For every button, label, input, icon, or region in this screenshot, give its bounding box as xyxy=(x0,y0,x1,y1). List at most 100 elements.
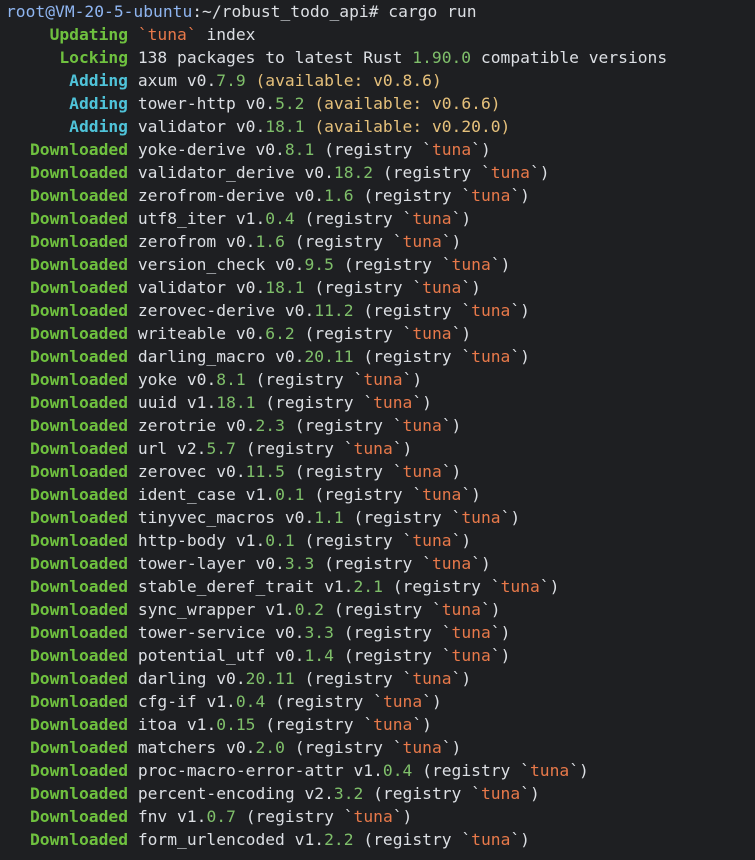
status-label: Downloaded xyxy=(29,761,128,780)
crate-version-prefix: v0. xyxy=(284,301,315,320)
crate-version-prefix: v0. xyxy=(275,646,305,665)
crate-name: zerofrom-derive xyxy=(137,186,285,205)
crate-name: stable_deref_trait xyxy=(137,577,315,596)
crate-version-prefix: v0. xyxy=(245,94,276,113)
crate-name: proc-macro-error-attr xyxy=(137,761,344,780)
crate-name: potential_utf xyxy=(137,646,266,665)
status-label: Downloaded xyxy=(29,416,128,435)
registry-close: `) xyxy=(441,462,462,481)
downloaded-line: Downloaded sync_wrapper v1.0.2 (registry… xyxy=(0,598,755,621)
registry-close: `) xyxy=(441,232,462,251)
downloaded-line: Downloaded form_urlencoded v1.2.2 (regis… xyxy=(0,828,755,851)
downloaded-line: Downloaded zerotrie v0.2.3 (registry `tu… xyxy=(0,414,755,437)
prompt-command: cargo run xyxy=(388,2,477,21)
crate-version-prefix: v1. xyxy=(235,531,266,550)
crate-version: 18.2 xyxy=(333,163,374,182)
registry-close: `) xyxy=(471,140,491,159)
rust-version: 1.90.0 xyxy=(412,48,472,67)
status-label: Locking xyxy=(59,48,128,67)
terminal-output[interactable]: root@VM-20-5-ubuntu:~/robust_todo_api# c… xyxy=(0,0,755,851)
crate-version: 1.4 xyxy=(304,646,334,665)
crate-version: 1.6 xyxy=(324,186,354,205)
registry-close: `) xyxy=(461,485,481,504)
crate-version: 18.1 xyxy=(216,393,256,412)
crate-name: uuid xyxy=(137,393,178,412)
crate-name: zerovec xyxy=(137,462,207,481)
status-label: Adding xyxy=(69,117,128,136)
crate-name: percent-encoding xyxy=(137,784,295,803)
registry-close: `) xyxy=(569,761,589,780)
status-label: Downloaded xyxy=(29,232,128,251)
crate-version-prefix: v0. xyxy=(186,370,217,389)
registry-open: (registry ` xyxy=(314,278,423,297)
downloaded-line: Downloaded cfg-if v1.0.4 (registry `tuna… xyxy=(0,690,755,713)
crate-version: 5.2 xyxy=(275,94,305,113)
crate-version-prefix: v1. xyxy=(186,715,217,734)
crate-version-prefix: v1. xyxy=(294,830,325,849)
prompt-path: :~/robust_todo_api# xyxy=(192,2,389,21)
status-label: Downloaded xyxy=(29,738,128,757)
registry-name: tuna xyxy=(500,577,540,596)
downloaded-line: Downloaded tower-layer v0.3.3 (registry … xyxy=(0,552,755,575)
status-label: Downloaded xyxy=(29,669,128,688)
registry-open: (registry ` xyxy=(382,163,491,182)
registry-open: (registry ` xyxy=(324,554,432,573)
prompt-user-host: root@VM-20-5-ubuntu xyxy=(6,2,193,21)
registry-close: `) xyxy=(392,807,413,826)
crate-version: 9.5 xyxy=(304,255,334,274)
registry-name: tuna xyxy=(471,347,511,366)
registry-close: `) xyxy=(451,669,472,688)
crate-name: darling_macro xyxy=(137,347,266,366)
downloaded-line: Downloaded ident_case v1.0.1 (registry `… xyxy=(0,483,755,506)
downloaded-line: Downloaded itoa v1.0.15 (registry `tuna`… xyxy=(0,713,755,736)
crate-version-prefix: v0. xyxy=(304,163,334,182)
crate-version: 3.2 xyxy=(333,784,364,803)
status-label: Downloaded xyxy=(29,393,128,412)
crate-version: 1.6 xyxy=(255,232,285,251)
registry-name: tuna xyxy=(402,462,442,481)
registry-name: tuna xyxy=(441,600,481,619)
crate-version: 2.3 xyxy=(255,416,285,435)
status-label: Downloaded xyxy=(29,600,128,619)
crate-version-prefix: v0. xyxy=(275,623,305,642)
registry-name: tuna xyxy=(353,439,393,458)
registry-name: tuna xyxy=(451,646,491,665)
crate-version-prefix: v0. xyxy=(235,324,266,343)
registry-open: (registry ` xyxy=(304,324,413,343)
registry-close: `) xyxy=(451,531,472,550)
downloaded-line: Downloaded potential_utf v0.1.4 (registr… xyxy=(0,644,755,667)
crate-name: validator xyxy=(137,117,227,136)
crate-name: fnv xyxy=(137,807,168,826)
registry-open: (registry ` xyxy=(265,393,374,412)
registry-close: `) xyxy=(490,623,511,642)
registry-name: tuna xyxy=(402,416,442,435)
crate-name: writeable xyxy=(137,324,227,343)
crate-version: 0.15 xyxy=(216,715,256,734)
downloaded-line: Downloaded url v2.5.7 (registry `tuna`) xyxy=(0,437,755,460)
downloaded-line: Downloaded stable_deref_trait v1.2.1 (re… xyxy=(0,575,755,598)
downloaded-line: Downloaded tower-service v0.3.3 (registr… xyxy=(0,621,755,644)
status-label: Downloaded xyxy=(29,301,128,320)
downloaded-line: Downloaded yoke v0.8.1 (registry `tuna`) xyxy=(0,368,755,391)
registry-open: (registry ` xyxy=(275,692,383,711)
crate-name: yoke-derive xyxy=(137,140,246,159)
registry-name: tuna xyxy=(402,738,442,757)
crate-name: ident_case xyxy=(137,485,236,504)
crate-version-prefix: v0. xyxy=(216,462,246,481)
registry-close: `) xyxy=(490,646,511,665)
registry-name: tuna xyxy=(480,784,521,803)
registry-open: (registry ` xyxy=(245,807,354,826)
downloaded-list: Downloaded yoke-derive v0.8.1 (registry … xyxy=(0,138,755,851)
registry-name: tuna xyxy=(422,485,462,504)
registry-open: (registry ` xyxy=(392,577,501,596)
downloaded-line: Downloaded validator_derive v0.18.2 (reg… xyxy=(0,161,755,184)
downloaded-line: Downloaded zerofrom-derive v0.1.6 (regis… xyxy=(0,184,755,207)
crate-version-prefix: v2. xyxy=(304,784,334,803)
downloaded-line: Downloaded matchers v0.2.0 (registry `tu… xyxy=(0,736,755,759)
registry-open: (registry ` xyxy=(294,416,403,435)
registry-open: (registry ` xyxy=(363,186,472,205)
crate-version-prefix: v0. xyxy=(294,186,325,205)
registry-open: (registry ` xyxy=(363,301,472,320)
crate-name: validator_derive xyxy=(137,163,295,182)
crate-version: 3.3 xyxy=(284,554,315,573)
